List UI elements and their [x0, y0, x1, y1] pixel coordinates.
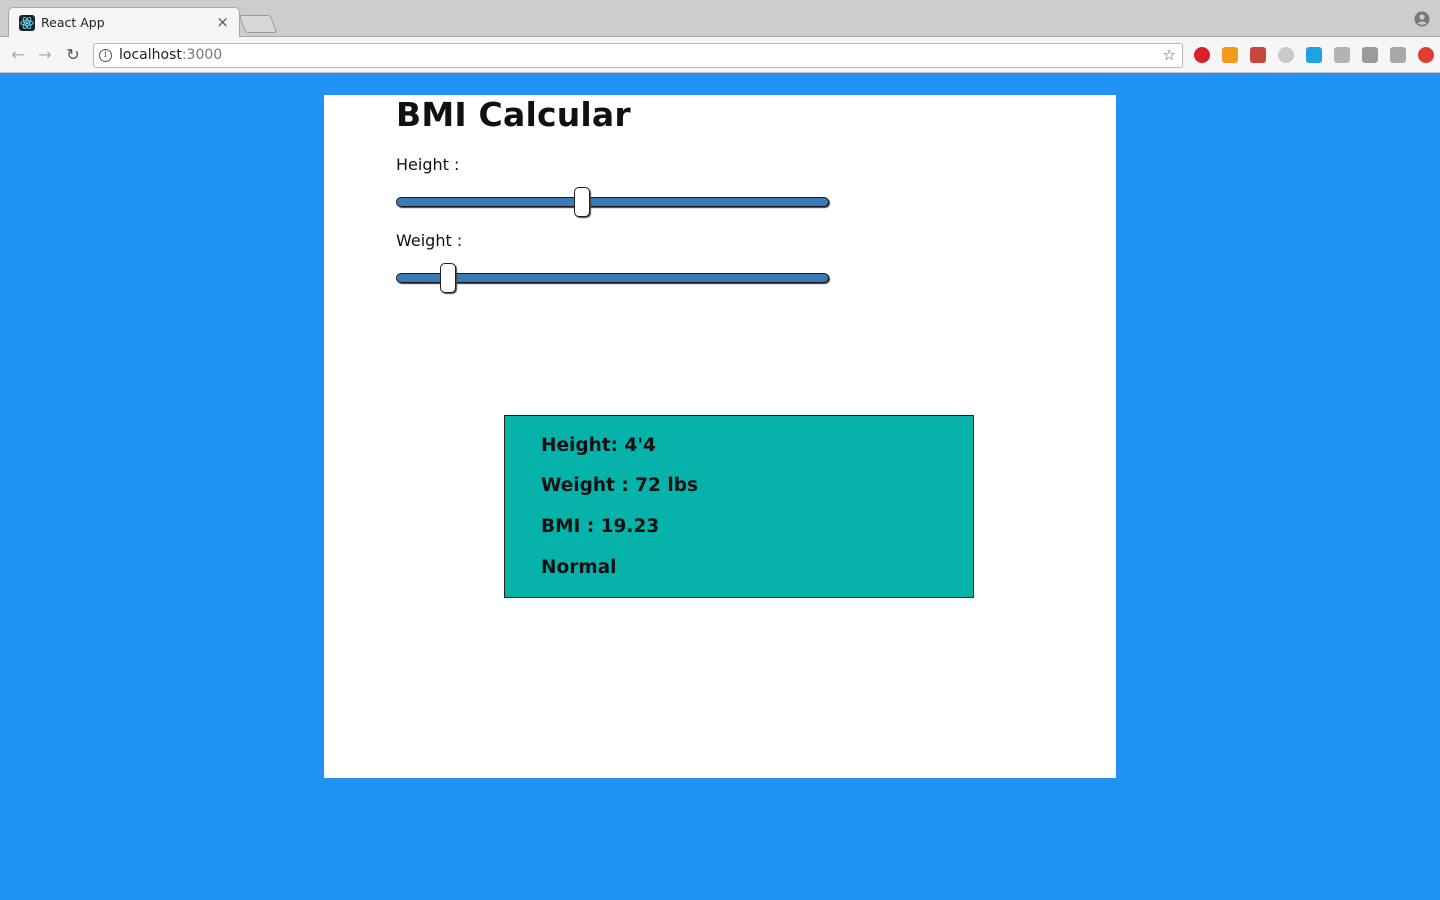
blue-window-extension-icon[interactable]	[1306, 47, 1322, 63]
gray-circle-extension-icon[interactable]	[1278, 47, 1294, 63]
bookmark-star-icon[interactable]: ☆	[1163, 46, 1176, 64]
app-card: BMI Calcular Height : Weight : Height: 4…	[324, 95, 1116, 778]
result-weight: Weight : 72 lbs	[541, 475, 698, 496]
weight-slider-thumb[interactable]	[439, 263, 456, 293]
adblock-plus-icon[interactable]	[1194, 47, 1210, 63]
g-extension-icon[interactable]	[1390, 47, 1406, 63]
browser-tab[interactable]: React App ×	[8, 7, 240, 38]
result-bmi: BMI : 19.23	[541, 516, 660, 537]
result-category: Normal	[541, 557, 617, 578]
url-host: localhost	[119, 47, 182, 63]
height-label: Height :	[396, 155, 460, 174]
profile-icon[interactable]	[1414, 11, 1430, 27]
forward-arrow-icon[interactable]: →	[35, 45, 55, 65]
react-favicon-icon	[19, 15, 35, 31]
refresh-extension-icon[interactable]	[1362, 47, 1378, 63]
info-icon[interactable]: i	[99, 49, 112, 62]
weight-label: Weight :	[396, 231, 463, 250]
gray-envelope-extension-icon[interactable]	[1334, 47, 1350, 63]
url-text[interactable]: localhost:3000	[119, 47, 222, 63]
result-panel: Height: 4'4 Weight : 72 lbs BMI : 19.23 …	[504, 415, 974, 598]
new-tab-button[interactable]	[238, 15, 278, 33]
browser-toolbar: ← → ↻ i localhost:3000 ☆	[0, 37, 1440, 73]
page-title: BMI Calcular	[396, 95, 631, 134]
tab-close-icon[interactable]: ×	[216, 13, 229, 31]
back-arrow-icon[interactable]: ←	[8, 45, 28, 65]
height-slider-track[interactable]	[396, 197, 829, 207]
height-slider[interactable]	[396, 187, 829, 217]
result-height: Height: 4'4	[541, 435, 656, 456]
orange-extension-icon[interactable]	[1222, 47, 1238, 63]
weight-slider[interactable]	[396, 263, 829, 293]
tab-title: React App	[41, 15, 105, 30]
tab-strip: React App ×	[0, 0, 1440, 38]
red-upload-extension-icon[interactable]	[1418, 47, 1434, 63]
reload-icon[interactable]: ↻	[63, 45, 83, 65]
address-bar[interactable]: i localhost:3000 ☆	[93, 43, 1183, 68]
url-port: :3000	[181, 47, 223, 63]
red-extension-icon[interactable]	[1250, 47, 1266, 63]
weight-slider-track[interactable]	[396, 273, 829, 283]
height-slider-thumb[interactable]	[574, 187, 591, 217]
